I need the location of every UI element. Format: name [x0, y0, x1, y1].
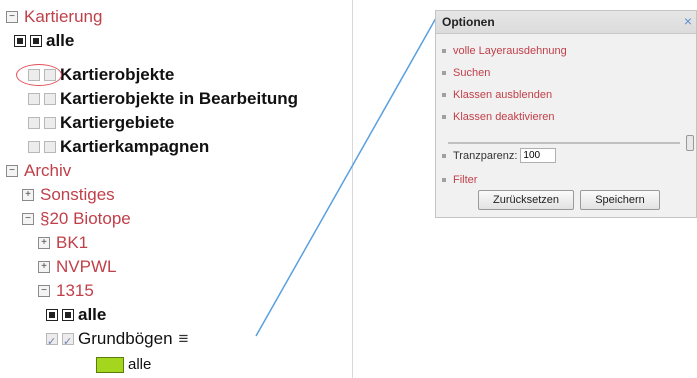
options-header: Optionen × [436, 11, 696, 34]
option-label-full-extent[interactable]: volle Layerausdehnung [453, 45, 567, 57]
bullet-icon [442, 49, 446, 53]
transparency-slider-track[interactable] [448, 142, 680, 144]
option-hide-classes[interactable]: Klassen ausblenden [442, 89, 552, 101]
option-full-extent[interactable]: volle Layerausdehnung [442, 45, 567, 57]
option-label-search[interactable]: Suchen [453, 67, 490, 79]
reset-button[interactable]: Zurücksetzen [478, 190, 574, 210]
connector-line-path [255, 17, 437, 337]
close-icon[interactable]: × [684, 13, 692, 29]
option-transparency: Tranzparenz: [442, 148, 557, 163]
bullet-icon [442, 178, 446, 182]
transparency-label: Tranzparenz: [453, 149, 518, 162]
option-label-deactivate-classes[interactable]: Klassen deaktivieren [453, 111, 555, 123]
transparency-input[interactable] [520, 148, 557, 163]
transparency-slider-handle[interactable] [686, 135, 694, 151]
option-search[interactable]: Suchen [442, 67, 490, 79]
save-button[interactable]: Speichern [580, 190, 660, 210]
bullet-icon [442, 93, 446, 97]
options-panel: Optionen × volle Layerausdehnung Suchen … [435, 10, 697, 218]
options-title: Optionen [442, 15, 495, 29]
bullet-icon [442, 115, 446, 119]
option-filter[interactable]: Filter [442, 174, 477, 186]
bullet-icon [442, 71, 446, 75]
option-label-hide-classes[interactable]: Klassen ausblenden [453, 89, 552, 101]
option-label-filter[interactable]: Filter [453, 174, 477, 186]
bullet-icon [442, 153, 446, 158]
option-deactivate-classes[interactable]: Klassen deaktivieren [442, 111, 555, 123]
